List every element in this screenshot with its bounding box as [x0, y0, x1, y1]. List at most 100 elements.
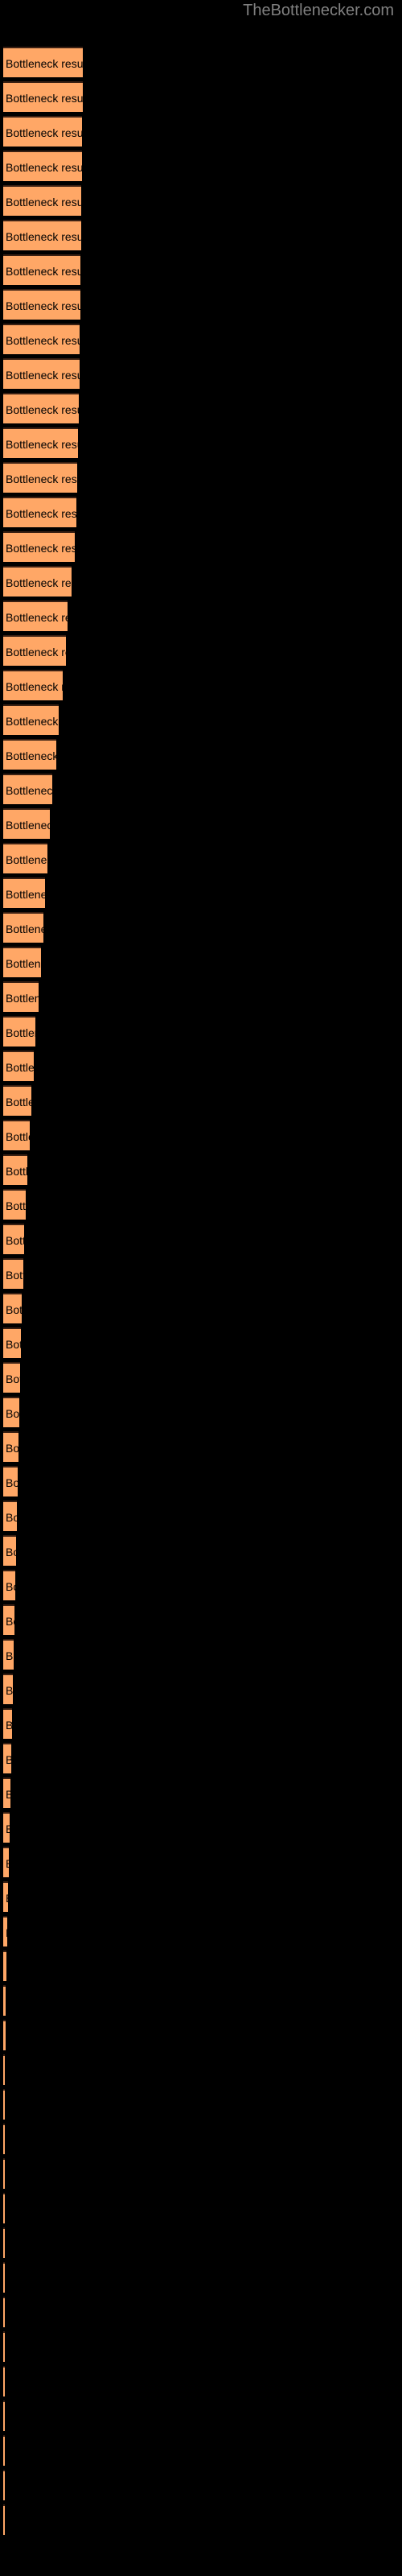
bar-label-clip: Bottleneck result: [3, 256, 80, 285]
bottleneck-result-bar[interactable]: Bottleneck result: [3, 2020, 6, 2050]
bottleneck-result-bar[interactable]: Bottleneck result: [3, 1085, 31, 1116]
bar-label: Bottleneck result: [6, 1234, 24, 1247]
bottleneck-result-bar[interactable]: Bottleneck result: [3, 2262, 5, 2293]
bottleneck-result-bar[interactable]: Bottleneck result: [3, 843, 47, 873]
bar-label-clip: Bottleneck result: [3, 429, 78, 458]
bottleneck-result-bar[interactable]: Bottleneck result: [3, 462, 77, 493]
bottleneck-result-bar[interactable]: Bottleneck result: [3, 1777, 10, 1808]
bottleneck-result-bar[interactable]: Bottleneck result: [3, 2366, 5, 2396]
bottleneck-result-bar[interactable]: Bottleneck result: [3, 358, 80, 389]
bar-row: Bottleneck result: [3, 1951, 6, 1981]
bottleneck-result-bar[interactable]: Bottleneck result: [3, 81, 83, 112]
bottleneck-result-bar[interactable]: Bottleneck result: [3, 324, 80, 354]
bar-label-clip: Bottleneck result: [3, 1018, 35, 1046]
bottleneck-result-bar[interactable]: Bottleneck result: [3, 1397, 19, 1427]
bottleneck-result-bar[interactable]: Bottleneck result: [3, 1362, 20, 1393]
bar-label-clip: Bottleneck result: [3, 2229, 5, 2258]
bottleneck-result-bar[interactable]: Bottleneck result: [3, 1431, 18, 1462]
bar-row: Bottleneck result: [3, 185, 81, 216]
bar-label: Bottleneck result: [6, 646, 66, 658]
bottleneck-result-bar[interactable]: Bottleneck result: [3, 1501, 17, 1531]
bottleneck-result-bar[interactable]: Bottleneck result: [3, 2054, 5, 2085]
bottleneck-result-bar[interactable]: Bottleneck result: [3, 2331, 5, 2362]
bottleneck-result-bar[interactable]: Bottleneck result: [3, 670, 63, 700]
bottleneck-result-bar[interactable]: Bottleneck result: [3, 1916, 7, 1946]
bottleneck-result-bar[interactable]: Bottleneck result: [3, 2401, 5, 2431]
bottleneck-result-bar[interactable]: Bottleneck result: [3, 1189, 26, 1220]
bar-label-clip: Bottleneck result: [3, 2471, 5, 2500]
bottleneck-result-bar[interactable]: Bottleneck result: [3, 566, 72, 597]
bottleneck-result-bar[interactable]: Bottleneck result: [3, 2504, 5, 2535]
bottleneck-result-bar[interactable]: Bottleneck result: [3, 1743, 11, 1773]
bottleneck-result-bar[interactable]: Bottleneck result: [3, 1051, 34, 1081]
bottleneck-result-bar[interactable]: Bottleneck result: [3, 1016, 35, 1046]
bar-label: Bottleneck result: [6, 1615, 14, 1628]
bar-row: Bottleneck result: [3, 2470, 5, 2500]
bar-row: Bottleneck result: [3, 2054, 5, 2085]
bar-label: Bottleneck result: [6, 369, 80, 382]
bottleneck-result-bar[interactable]: Bottleneck result: [3, 1674, 13, 1704]
bottleneck-result-bar[interactable]: Bottleneck result: [3, 2297, 5, 2327]
bottleneck-result-bar[interactable]: Bottleneck result: [3, 1951, 6, 1981]
bottleneck-result-bar[interactable]: Bottleneck result: [3, 531, 75, 562]
bar-label: Bottleneck result: [6, 992, 39, 1005]
bar-row: Bottleneck result: [3, 1327, 21, 1358]
bar-row: Bottleneck result: [3, 2504, 5, 2535]
bottleneck-result-bar[interactable]: Bottleneck result: [3, 1224, 24, 1254]
bottleneck-result-bar[interactable]: Bottleneck result: [3, 427, 78, 458]
bar-row: Bottleneck result: [3, 1224, 24, 1254]
bar-label-clip: Bottleneck result: [3, 1952, 6, 1981]
bar-row: Bottleneck result: [3, 774, 52, 804]
bottleneck-result-bar[interactable]: Bottleneck result: [3, 393, 79, 423]
bottleneck-result-bar[interactable]: Bottleneck result: [3, 1120, 30, 1150]
bottleneck-result-bar[interactable]: Bottleneck result: [3, 2435, 5, 2466]
bottleneck-result-bar[interactable]: Bottleneck result: [3, 704, 59, 735]
bottleneck-result-bar[interactable]: Bottleneck result: [3, 151, 82, 181]
bottleneck-result-bar[interactable]: Bottleneck result: [3, 1639, 14, 1670]
bottleneck-result-bar[interactable]: Bottleneck result: [3, 1812, 10, 1843]
bar-label: Bottleneck result: [6, 473, 77, 485]
bar-row: Bottleneck result: [3, 47, 83, 77]
bottleneck-result-bar[interactable]: Bottleneck result: [3, 185, 81, 216]
bar-row: Bottleneck result: [3, 877, 45, 908]
bar-label-clip: Bottleneck result: [3, 221, 81, 250]
bottleneck-result-bar[interactable]: Bottleneck result: [3, 1535, 16, 1566]
bottleneck-result-bar[interactable]: Bottleneck result: [3, 808, 50, 839]
bar-label: Bottleneck result: [6, 1442, 18, 1455]
bottleneck-result-bar[interactable]: Bottleneck result: [3, 1881, 8, 1912]
bottleneck-result-bar[interactable]: Bottleneck result: [3, 2124, 5, 2154]
bottleneck-result-bar[interactable]: Bottleneck result: [3, 601, 68, 631]
bottleneck-result-bar[interactable]: Bottleneck result: [3, 947, 41, 977]
bottleneck-result-bar[interactable]: Bottleneck result: [3, 2193, 5, 2223]
bottleneck-result-bar[interactable]: Bottleneck result: [3, 1293, 22, 1323]
bottleneck-result-bar[interactable]: Bottleneck result: [3, 254, 80, 285]
bottleneck-result-bar[interactable]: Bottleneck result: [3, 1570, 15, 1600]
bottleneck-result-bar[interactable]: Bottleneck result: [3, 116, 82, 147]
bar-label: Bottleneck result: [6, 715, 59, 728]
bottleneck-result-bar[interactable]: Bottleneck result: [3, 912, 43, 943]
bar-label-clip: Bottleneck result: [3, 2056, 5, 2085]
bottleneck-result-bar[interactable]: Bottleneck result: [3, 1604, 14, 1635]
bar-row: Bottleneck result: [3, 1362, 20, 1393]
bottleneck-result-bar[interactable]: Bottleneck result: [3, 774, 52, 804]
bottleneck-result-bar[interactable]: Bottleneck result: [3, 1847, 9, 1877]
bottleneck-result-bar[interactable]: Bottleneck result: [3, 981, 39, 1012]
bottleneck-result-bar[interactable]: Bottleneck result: [3, 877, 45, 908]
bar-row: Bottleneck result: [3, 2020, 6, 2050]
bottleneck-result-bar[interactable]: Bottleneck result: [3, 1258, 23, 1289]
bottleneck-result-bar[interactable]: Bottleneck result: [3, 739, 56, 770]
bottleneck-result-bar[interactable]: Bottleneck result: [3, 1466, 18, 1496]
bottleneck-result-bar[interactable]: Bottleneck result: [3, 497, 76, 527]
bottleneck-result-bar[interactable]: Bottleneck result: [3, 2089, 5, 2120]
bottleneck-result-bar[interactable]: Bottleneck result: [3, 2227, 5, 2258]
bottleneck-result-bar[interactable]: Bottleneck result: [3, 47, 83, 77]
bottleneck-result-bar[interactable]: Bottleneck result: [3, 1985, 6, 2016]
bottleneck-result-bar[interactable]: Bottleneck result: [3, 2158, 5, 2189]
bottleneck-result-bar[interactable]: Bottleneck result: [3, 1154, 27, 1185]
bottleneck-result-bar[interactable]: Bottleneck result: [3, 1327, 21, 1358]
bottleneck-result-bar[interactable]: Bottleneck result: [3, 289, 80, 320]
bottleneck-result-bar[interactable]: Bottleneck result: [3, 1708, 12, 1739]
bottleneck-result-bar[interactable]: Bottleneck result: [3, 220, 81, 250]
bottleneck-result-bar[interactable]: Bottleneck result: [3, 635, 66, 666]
bottleneck-result-bar[interactable]: Bottleneck result: [3, 2470, 5, 2500]
